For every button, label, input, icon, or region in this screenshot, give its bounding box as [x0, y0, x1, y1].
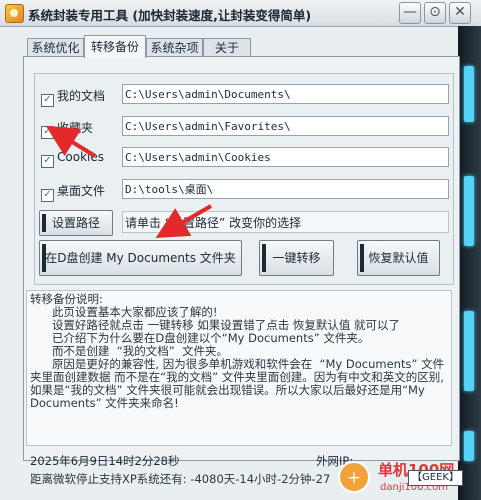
arrow-to-create-button [155, 204, 213, 239]
arrow-to-favorites [45, 125, 97, 158]
app-window: 系统封装专用工具 (加快封装速度,让封装变得简单) — ⊙ ✕ 系统优化 转移备… [0, 0, 481, 500]
tab-transfer-backup[interactable]: 转移备份 [84, 35, 146, 58]
annotation-arrows [45, 125, 213, 239]
